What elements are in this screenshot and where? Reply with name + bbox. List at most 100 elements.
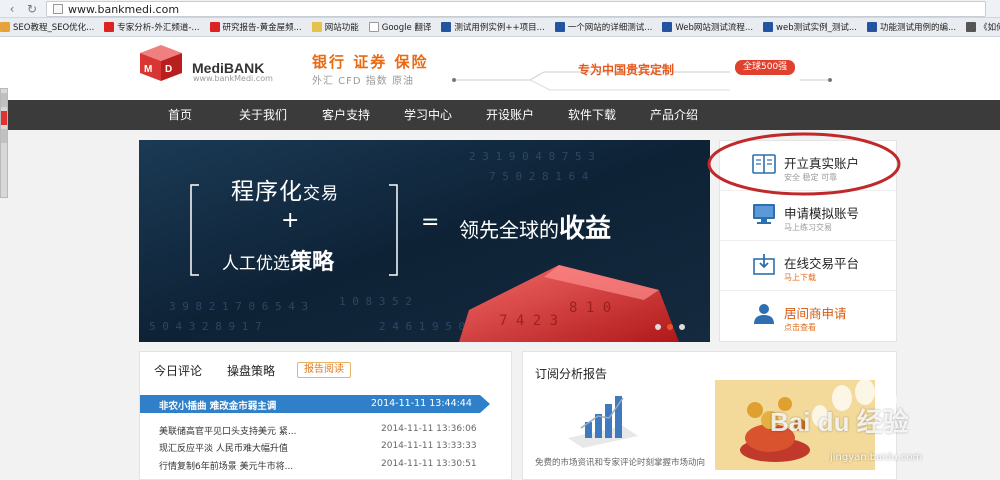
subscribe-description: 免费的市场资讯和专家评论时刻掌握市场动向	[535, 458, 706, 468]
hero-banner[interactable]: 2 3 1 9 0 4 8 7 5 3 7 5 0 2 8 1 6 4 3 9 …	[139, 140, 710, 342]
bookmark-item[interactable]: 研究报告-黄金屋频...	[209, 21, 302, 33]
brand-url: www.bankMedi.com	[193, 74, 273, 83]
subscribe-title: 订阅分析报告	[535, 367, 608, 381]
bookmark-icon	[441, 22, 452, 32]
account-broker[interactable]: 居间商申请 点击查看	[720, 291, 898, 341]
watermark-url: jingyan.baidu.com	[830, 452, 923, 463]
tab-trading-strategy[interactable]: 操盘策略	[227, 362, 275, 379]
banner-dot-active[interactable]	[667, 324, 673, 330]
site-header: M D MediBANK www.bankMedi.com 银行 证券 保险 外…	[0, 37, 1000, 100]
svg-text:2 4 6 1 9 5 0: 2 4 6 1 9 5 0	[379, 320, 465, 333]
account-title: 居间商申请	[784, 306, 847, 321]
svg-text:5 0 4 3 2 8 9 1 7: 5 0 4 3 2 8 9 1 7	[149, 320, 262, 333]
news-title[interactable]: 行情复制6年前场景 美元牛市将...	[159, 459, 293, 472]
news-row[interactable]: 美联储高官平见口头支持美元 紧... 2014-11-11 13:36:06	[140, 424, 513, 442]
person-icon	[754, 304, 774, 324]
nav-item-download[interactable]: 软件下载	[568, 100, 616, 130]
vip-slogan: 专为中国贵宾定制	[578, 63, 675, 77]
account-sub: 马上练习交易	[784, 223, 832, 232]
bookmark-icon	[209, 22, 220, 32]
svg-text:8 1 0: 8 1 0	[569, 300, 611, 316]
slogan-sub: 外汇 CFD 指数 原油	[312, 76, 414, 87]
address-text: www.bankmedi.com	[68, 2, 180, 16]
nav-item-about[interactable]: 关于我们	[239, 100, 287, 130]
weibo-icon	[1, 111, 7, 125]
news-title[interactable]: 现汇反应平淡 人民币难大幅升值	[159, 441, 288, 454]
download-icon	[753, 254, 775, 275]
share-icon	[1, 93, 7, 107]
news-time: 2014-11-11 13:33:33	[381, 441, 477, 451]
document-icon	[368, 22, 379, 32]
folder-icon	[311, 22, 322, 32]
banner-pager	[655, 324, 685, 330]
account-title: 申请模拟账号	[784, 206, 860, 221]
svg-text:M: M	[144, 64, 152, 75]
bookmark-icon	[104, 22, 115, 32]
bookmark-item[interactable]: SEO教程_SEO优化...	[0, 21, 94, 33]
bookmark-item[interactable]: Google 翻译	[368, 21, 431, 33]
logo-cube-icon[interactable]: M D	[138, 43, 184, 83]
annotation-circle	[707, 132, 901, 196]
headline-time: 2014-11-11 13:44:44	[371, 398, 472, 409]
monitor-icon	[753, 204, 775, 224]
account-title: 在线交易平台	[784, 256, 860, 271]
bookmark-icon	[966, 22, 977, 32]
account-platform[interactable]: 在线交易平台 马上下载	[720, 241, 898, 291]
nav-item-open-account[interactable]: 开设账户	[486, 100, 534, 130]
news-row[interactable]: 行情复制6年前场景 美元牛市将... 2014-11-11 13:30:51	[140, 459, 513, 477]
news-panel: 今日评论 操盘策略 报告阅读 非农小插曲 难改金市弱主调 2014-11-11 …	[139, 351, 512, 480]
banner-equals: =	[421, 210, 440, 235]
bookmark-item[interactable]: web测试实例_测试...	[763, 21, 857, 33]
tab-today-comments[interactable]: 今日评论	[154, 362, 202, 379]
bookmark-item[interactable]: 《如何成为网络推...	[966, 21, 1000, 33]
svg-text:7 5 0 2 8 1 6 4: 7 5 0 2 8 1 6 4	[489, 170, 589, 183]
news-time: 2014-11-11 13:30:51	[381, 459, 477, 469]
banner-line-3: 人工优选策略	[222, 250, 335, 275]
svg-text:7 4 2 3: 7 4 2 3	[499, 313, 558, 329]
bookmarks-bar: SEO教程_SEO优化... 专家分析-外汇频道-... 研究报告-黄金屋频..…	[0, 18, 1000, 37]
svg-text:3 9 8 2 1 7 0 6 5 4 3: 3 9 8 2 1 7 0 6 5 4 3	[169, 300, 308, 313]
bookmark-icon	[554, 22, 565, 32]
banner-result: 领先全球的收益	[459, 214, 612, 244]
back-icon[interactable]: ‹	[4, 1, 20, 17]
account-demo[interactable]: 申请模拟账号 马上练习交易	[720, 191, 898, 241]
account-sub: 马上下载	[784, 273, 816, 282]
reload-icon[interactable]: ↻	[24, 1, 40, 17]
bookmark-item[interactable]: 测试用例实例++项目...	[441, 21, 545, 33]
side-share-widget[interactable]	[0, 88, 8, 198]
bookmark-item[interactable]: 专家分析-外汇频道-...	[104, 21, 200, 33]
watermark-text: Bai du 经验	[770, 407, 909, 437]
report-chart-icon	[568, 396, 638, 448]
bookmark-icon	[866, 22, 877, 32]
banner-line-1: 程序化交易	[231, 179, 339, 205]
nav-item-learning[interactable]: 学习中心	[404, 100, 452, 130]
slogan-main: 银行 证券 保险	[312, 53, 429, 71]
bookmark-item[interactable]: 网站功能	[311, 21, 359, 33]
bookmark-item[interactable]: 一个网站的详细测试...	[554, 21, 652, 33]
nav-item-products[interactable]: 产品介绍	[650, 100, 698, 130]
bookmark-item[interactable]: 功能测试用例的编...	[866, 21, 956, 33]
bookmark-icon	[662, 22, 673, 32]
svg-text:D: D	[165, 64, 172, 75]
address-input[interactable]: www.bankmedi.com	[46, 1, 986, 17]
banner-background: 2 3 1 9 0 4 8 7 5 3 7 5 0 2 8 1 6 4 3 9 …	[139, 140, 710, 342]
bookmark-icon	[763, 22, 774, 32]
banner-dot[interactable]	[655, 324, 661, 330]
bookmark-item[interactable]: Web网站测试流程...	[662, 21, 753, 33]
main-nav: 首页 关于我们 客户支持 学习中心 开设账户 软件下载 产品介绍	[0, 100, 1000, 130]
share-icon	[1, 129, 7, 143]
headline-title[interactable]: 非农小插曲 难改金市弱主调	[159, 398, 276, 412]
banner-plus: +	[281, 208, 300, 233]
report-reading-button[interactable]: 报告阅读	[297, 362, 351, 378]
news-time: 2014-11-11 13:36:06	[381, 424, 477, 434]
browser-url-bar: ‹ ↻ www.bankmedi.com	[0, 0, 1000, 18]
news-row[interactable]: 现汇反应平淡 人民币难大幅升值 2014-11-11 13:33:33	[140, 441, 513, 459]
news-title[interactable]: 美联储高官平见口头支持美元 紧...	[159, 424, 296, 437]
nav-item-support[interactable]: 客户支持	[322, 100, 370, 130]
account-sub: 点击查看	[784, 323, 816, 332]
svg-text:2 3 1 9 0 4 8 7 5 3: 2 3 1 9 0 4 8 7 5 3	[469, 150, 595, 163]
nav-item-home[interactable]: 首页	[168, 100, 192, 130]
banner-dot[interactable]	[679, 324, 685, 330]
bookmark-icon	[0, 22, 10, 32]
headline-arrow	[480, 395, 490, 413]
